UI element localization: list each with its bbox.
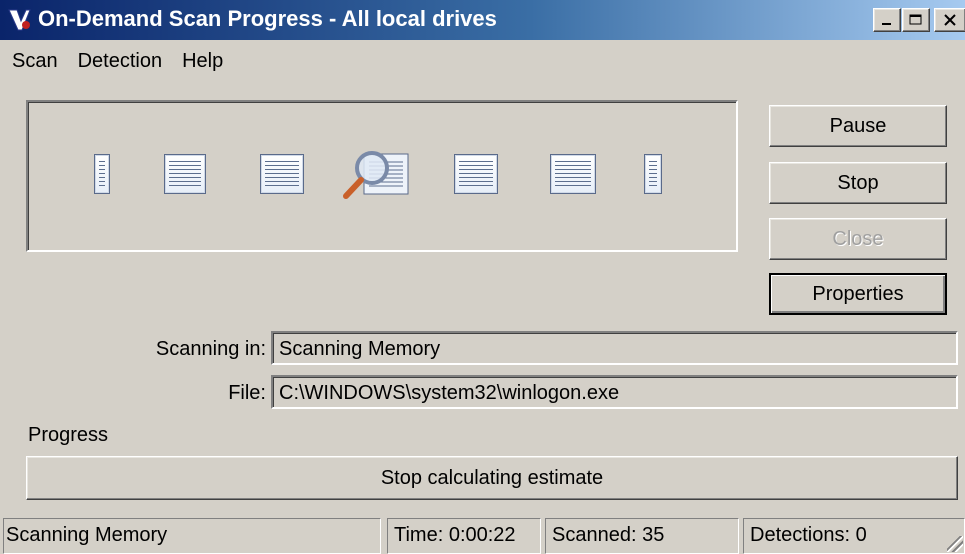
status-message: Scanning Memory bbox=[3, 518, 381, 554]
close-window-button[interactable] bbox=[934, 8, 965, 32]
status-detections: Detections: 0 bbox=[743, 518, 965, 554]
maximize-button[interactable] bbox=[902, 8, 930, 32]
app-logo-icon bbox=[8, 9, 31, 31]
file-field: C:\WINDOWS\system32\winlogon.exe bbox=[271, 375, 958, 409]
menu-detection[interactable]: Detection bbox=[66, 50, 171, 73]
close-button: Close bbox=[769, 218, 947, 260]
stop-button[interactable]: Stop bbox=[769, 162, 947, 204]
document-icon bbox=[644, 154, 662, 194]
menu-bar: Scan Detection Help bbox=[0, 44, 231, 78]
properties-button[interactable]: Properties bbox=[769, 273, 947, 315]
document-icon bbox=[550, 154, 596, 194]
progress-label: Progress bbox=[28, 424, 109, 446]
title-bar[interactable]: On-Demand Scan Progress - All local driv… bbox=[0, 0, 965, 40]
close-icon bbox=[944, 14, 956, 26]
document-icon bbox=[454, 154, 498, 194]
scanning-in-label: Scanning in: bbox=[155, 338, 266, 360]
file-label: File: bbox=[228, 382, 266, 404]
status-scanned: Scanned: 35 bbox=[545, 518, 739, 554]
status-time: Time: 0:00:22 bbox=[387, 518, 541, 554]
stop-calculating-estimate-button[interactable]: Stop calculating estimate bbox=[26, 456, 958, 500]
magnifier-icon bbox=[343, 151, 409, 199]
document-icon bbox=[94, 154, 110, 194]
document-icon bbox=[260, 154, 304, 194]
menu-help[interactable]: Help bbox=[170, 50, 231, 73]
window-title: On-Demand Scan Progress - All local driv… bbox=[38, 6, 497, 31]
maximize-icon bbox=[909, 14, 922, 25]
status-bar: Scanning Memory Time: 0:00:22 Scanned: 3… bbox=[0, 518, 965, 554]
scan-progress-window: On-Demand Scan Progress - All local driv… bbox=[0, 0, 965, 554]
pause-button[interactable]: Pause bbox=[769, 105, 947, 147]
resize-grip-icon[interactable] bbox=[947, 536, 963, 552]
minimize-button[interactable] bbox=[873, 8, 901, 32]
scan-animation-panel bbox=[26, 100, 738, 252]
menu-scan[interactable]: Scan bbox=[0, 50, 66, 73]
minimize-icon bbox=[882, 23, 891, 25]
document-icon bbox=[164, 154, 206, 194]
scanning-in-field: Scanning Memory bbox=[271, 331, 958, 365]
